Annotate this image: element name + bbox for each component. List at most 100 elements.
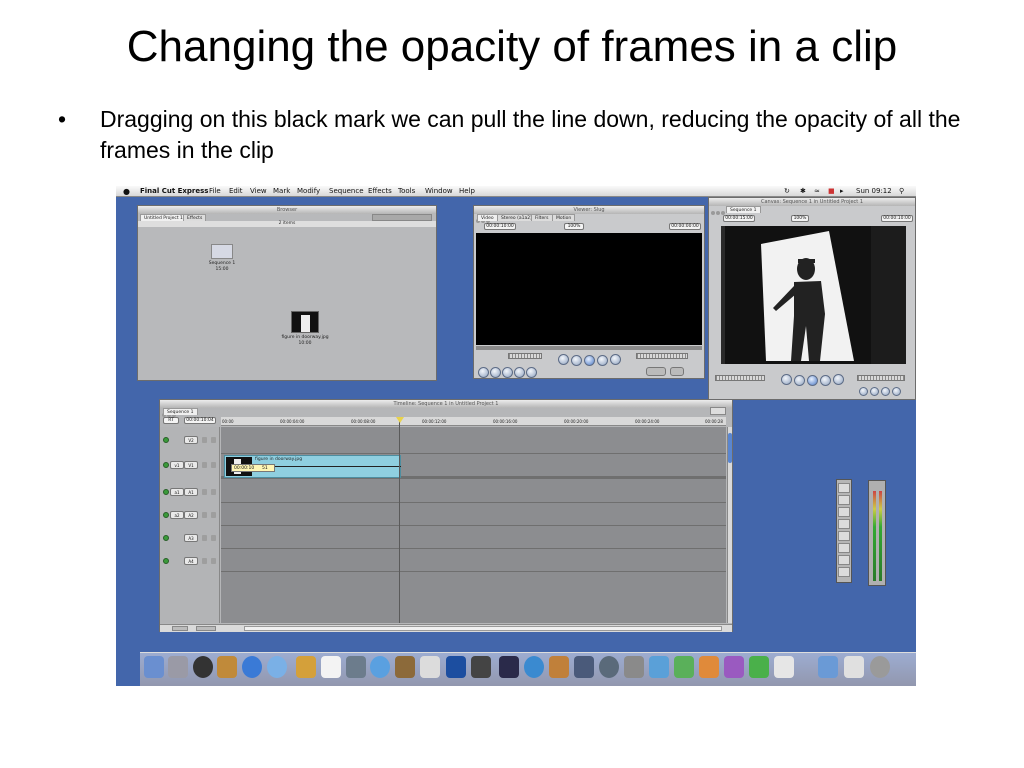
menu-sequence[interactable]: Sequence	[329, 186, 364, 197]
viewer-scrubber[interactable]	[476, 346, 702, 350]
play-around-button[interactable]	[597, 355, 608, 366]
photoshop-icon[interactable]	[446, 656, 466, 678]
tab-sequence[interactable]: Sequence 1	[163, 408, 198, 415]
edit-selection-tool[interactable]	[838, 495, 850, 505]
track-a3-link-icon[interactable]	[211, 535, 216, 541]
menu-tools[interactable]: Tools	[398, 186, 415, 197]
track-a4-audible[interactable]	[163, 558, 169, 564]
viewer-duration-tc[interactable]: 00:00:10:00	[484, 223, 516, 230]
track-v2-row[interactable]	[221, 427, 726, 454]
horizontal-scrollbar[interactable]	[244, 626, 722, 631]
mail-icon[interactable]	[217, 656, 237, 678]
canvas-in-button[interactable]	[881, 387, 890, 396]
word-icon[interactable]	[649, 656, 669, 678]
ical-icon[interactable]	[321, 656, 341, 678]
ichat-icon[interactable]	[267, 656, 287, 678]
track-a1-source[interactable]: a1	[170, 488, 184, 496]
track-a1-dest[interactable]: A1	[184, 488, 198, 496]
volume-icon[interactable]: ▸	[840, 186, 844, 197]
menu-view[interactable]: View	[250, 186, 267, 197]
canvas-duration-tc[interactable]: 00:00:15:00	[723, 215, 755, 222]
add-keyframe-button[interactable]	[502, 367, 513, 378]
slip-tool[interactable]	[838, 531, 850, 541]
canvas-next-button[interactable]	[833, 374, 844, 385]
opacity-line[interactable]	[253, 466, 401, 467]
itunes-icon[interactable]	[370, 656, 390, 678]
timeline-playhead-tc[interactable]: 00:00:10:04	[184, 417, 216, 424]
add-marker-button[interactable]	[514, 367, 525, 378]
finder-icon[interactable]	[144, 656, 164, 678]
canvas-play-around-button[interactable]	[820, 375, 831, 386]
tab-effects[interactable]: Effects	[183, 214, 207, 221]
track-a3-row[interactable]	[221, 527, 726, 549]
safari-icon[interactable]	[242, 656, 262, 678]
window-controls[interactable]	[476, 208, 492, 223]
play-in-out-button[interactable]	[571, 355, 582, 366]
spotlight-icon[interactable]: ⚲	[899, 186, 904, 197]
spaces-icon[interactable]	[574, 656, 594, 678]
track-v1-dest[interactable]: V1	[184, 461, 198, 469]
track-a2-link-icon[interactable]	[211, 512, 216, 518]
idvd-icon[interactable]	[420, 656, 440, 678]
menu-modify[interactable]: Modify	[297, 186, 320, 197]
excel-icon[interactable]	[674, 656, 694, 678]
viewer-jog[interactable]	[636, 353, 688, 359]
imovie-icon[interactable]	[395, 656, 415, 678]
canvas-position-tc[interactable]: 00:00:10:00	[881, 215, 913, 222]
final-cut-icon[interactable]	[471, 656, 491, 678]
track-a3-audible[interactable]	[163, 535, 169, 541]
next-edit-button[interactable]	[610, 354, 621, 365]
downloads-stack-icon[interactable]	[844, 656, 864, 678]
menu-effects[interactable]: Effects	[368, 186, 392, 197]
clip-thumbnail[interactable]	[291, 311, 319, 333]
bluetooth-icon[interactable]: ✱	[800, 186, 806, 197]
track-v1-link-icon[interactable]	[211, 462, 216, 468]
menu-mark[interactable]: Mark	[273, 186, 290, 197]
track-a2-lock-icon[interactable]	[202, 512, 207, 518]
track-a1-row[interactable]	[221, 481, 726, 503]
tab-filters[interactable]: Filters	[531, 214, 553, 221]
mark-clip-button[interactable]	[490, 367, 501, 378]
track-a4-row[interactable]	[221, 550, 726, 572]
track-v2-dest[interactable]: V2	[184, 436, 198, 444]
track-a2-audible[interactable]	[163, 512, 169, 518]
track-height-control[interactable]	[196, 626, 216, 631]
sequence-icon[interactable]	[211, 244, 233, 259]
track-v1-source[interactable]: v1	[170, 461, 184, 469]
rt-menu[interactable]: RT	[163, 417, 179, 424]
timeline-ruler[interactable]: 00:00 00:00:04:00 00:00:08:00 00:00:12:0…	[221, 417, 726, 426]
time-machine-icon[interactable]: ↻	[784, 186, 790, 197]
app-menu[interactable]: Final Cut Express	[140, 186, 208, 197]
canvas-marker-button[interactable]	[870, 387, 879, 396]
tab-video[interactable]: Video	[477, 214, 498, 221]
timeline-zoom-control[interactable]	[710, 407, 726, 415]
timeline-clip[interactable]: figure in doorway.jpg 00:00:10 51	[224, 455, 401, 478]
viewer-zoom[interactable]: 100%	[564, 223, 584, 230]
scroll-thumb[interactable]	[728, 433, 732, 463]
clock[interactable]: Sun 09:12	[856, 186, 892, 197]
canvas-match-button[interactable]	[859, 387, 868, 396]
selection-tool[interactable]	[838, 483, 850, 493]
firefox-icon[interactable]	[524, 656, 544, 678]
track-a2-dest[interactable]: A2	[184, 511, 198, 519]
crop-tool[interactable]	[838, 567, 850, 577]
canvas-out-button[interactable]	[892, 387, 901, 396]
tab-sequence-1[interactable]: Sequence 1	[726, 206, 761, 213]
wifi-icon[interactable]: ≈	[814, 186, 820, 197]
tab-motion[interactable]: Motion	[552, 214, 576, 221]
menu-window[interactable]: Window	[425, 186, 453, 197]
canvas-prev-button[interactable]	[781, 374, 792, 385]
canvas-play-in-out-button[interactable]	[794, 375, 805, 386]
applications-folder-icon[interactable]	[818, 656, 838, 678]
window-controls[interactable]	[711, 200, 727, 215]
track-select-tool[interactable]	[838, 507, 850, 517]
track-v2-visibility[interactable]	[163, 437, 169, 443]
roll-tool[interactable]	[838, 519, 850, 529]
window-controls[interactable]	[162, 402, 178, 417]
clip-overlays-toggle[interactable]	[172, 626, 188, 631]
viewer-position-tc[interactable]: 00:00:00:00	[669, 223, 701, 230]
apple-menu-icon[interactable]: ●	[123, 186, 130, 197]
previous-edit-button[interactable]	[558, 354, 569, 365]
vertical-scrollbar[interactable]	[727, 427, 732, 623]
trash-icon[interactable]	[870, 656, 890, 678]
